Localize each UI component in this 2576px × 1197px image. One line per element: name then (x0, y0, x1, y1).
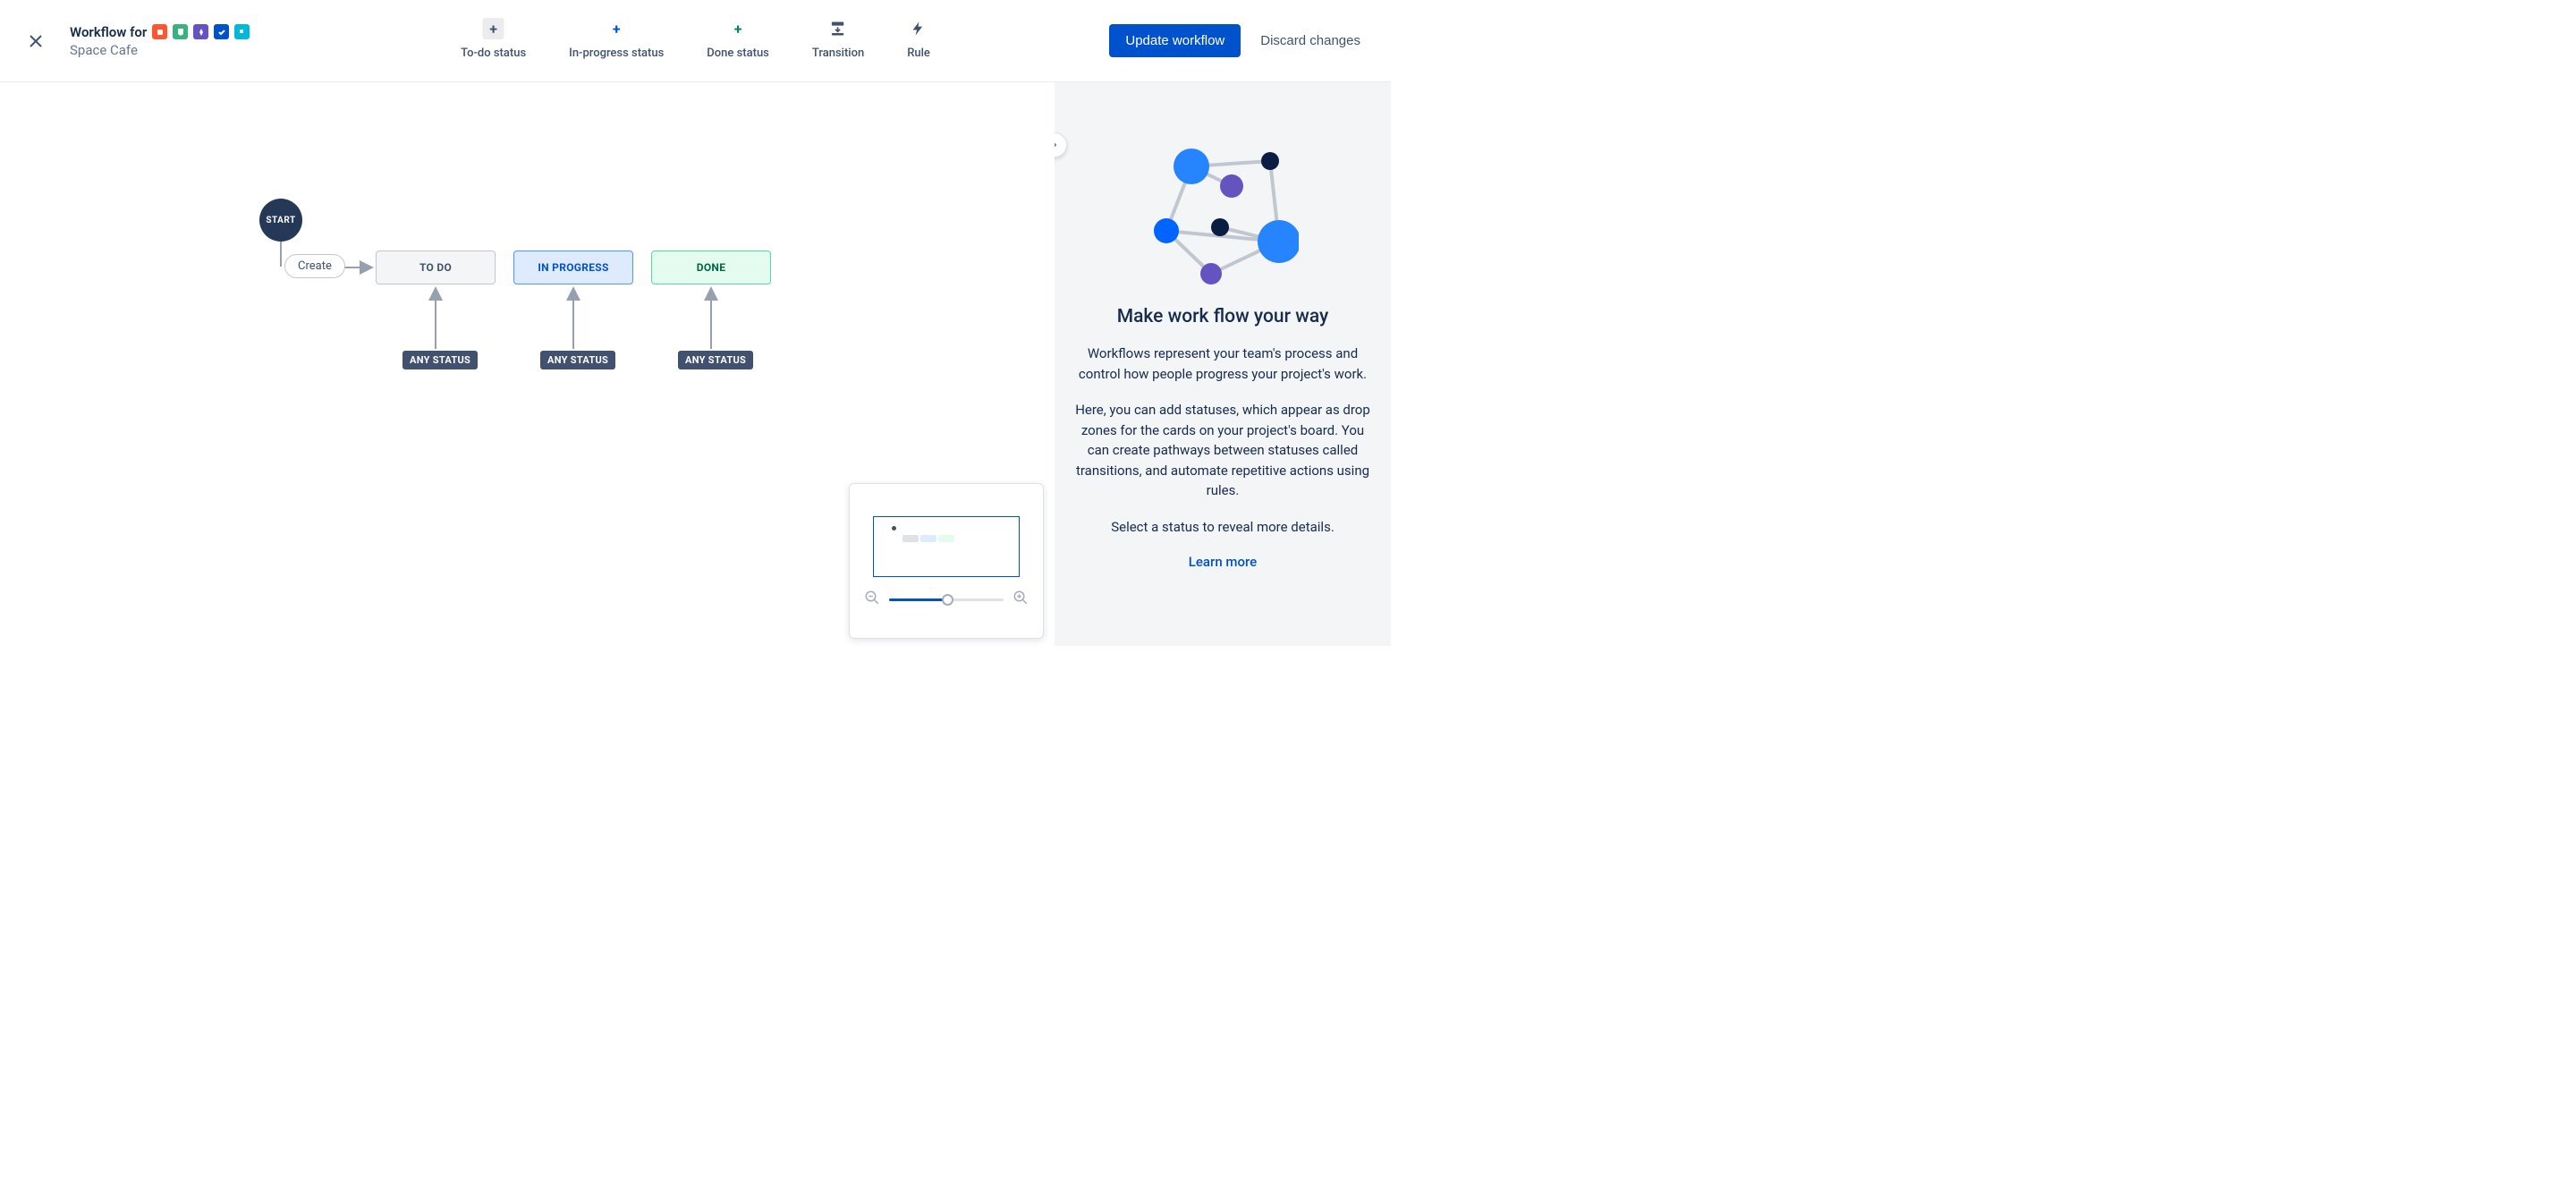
info-panel: Make work flow your way Workflows repres… (1055, 82, 1391, 646)
mini-status-icon (938, 535, 954, 542)
transition-icon (827, 18, 849, 39)
project-icon-purple (193, 24, 208, 39)
create-transition[interactable]: Create (284, 254, 345, 278)
title-block: Workflow for Space Cafe (70, 24, 250, 58)
zoom-slider[interactable] (889, 598, 1004, 601)
collapse-panel-button[interactable] (1055, 132, 1067, 157)
minimap-viewport[interactable] (873, 516, 1020, 577)
editor-header: Workflow for Space Cafe + To-do status +… (0, 0, 1391, 82)
rule-icon (908, 18, 929, 39)
start-node[interactable]: START (259, 199, 302, 242)
plus-icon: + (727, 18, 749, 39)
panel-text: Select a status to reveal more details. (1074, 517, 1371, 538)
panel-text: Here, you can add statuses, which appear… (1074, 400, 1371, 501)
status-toolbar: + To-do status + In-progress status + Do… (461, 18, 930, 60)
title-row: Workflow for (70, 24, 250, 40)
workflow-title: Workflow for (70, 24, 147, 40)
update-workflow-button[interactable]: Update workflow (1109, 24, 1241, 57)
zoom-in-button[interactable] (1013, 590, 1029, 609)
project-icon-red (152, 24, 167, 39)
chevron-right-icon (1055, 140, 1060, 150)
any-status-label[interactable]: ANY STATUS (540, 351, 615, 369)
panel-title: Make work flow your way (1074, 306, 1371, 327)
discard-changes-button[interactable]: Discard changes (1248, 24, 1373, 57)
add-rule-button[interactable]: Rule (907, 18, 930, 60)
plus-icon: + (606, 18, 627, 39)
toolbar-label: In-progress status (569, 47, 664, 60)
toolbar-label: Done status (707, 47, 769, 60)
zoom-handle-icon[interactable] (942, 594, 953, 606)
status-in-progress[interactable]: IN PROGRESS (513, 250, 633, 284)
project-icon-cyan (234, 24, 250, 39)
any-status-label[interactable]: ANY STATUS (678, 351, 753, 369)
status-todo[interactable]: TO DO (376, 250, 496, 284)
toolbar-label: Transition (812, 47, 864, 60)
plus-icon: + (483, 18, 504, 39)
zoom-fill (889, 598, 944, 601)
learn-more-link[interactable]: Learn more (1189, 554, 1257, 570)
close-icon (25, 30, 47, 52)
any-status-label[interactable]: ANY STATUS (402, 351, 478, 369)
toolbar-label: To-do status (461, 47, 526, 60)
project-icon-blue (214, 24, 229, 39)
mini-status-icon (902, 535, 919, 542)
add-in-progress-status-button[interactable]: + In-progress status (569, 18, 664, 60)
mini-status-icon (920, 535, 936, 542)
workflow-illustration (1074, 141, 1371, 284)
panel-text: Workflows represent your team's process … (1074, 344, 1371, 384)
add-transition-button[interactable]: Transition (812, 18, 864, 60)
add-todo-status-button[interactable]: + To-do status (461, 18, 526, 60)
mini-start-icon (892, 526, 896, 531)
zoom-controls (859, 590, 1034, 609)
project-subtitle: Space Cafe (70, 42, 250, 58)
toolbar-label: Rule (907, 47, 930, 60)
project-icon-green (173, 24, 188, 39)
close-button[interactable] (18, 23, 54, 59)
status-done[interactable]: DONE (651, 250, 771, 284)
workflow-canvas[interactable]: START Create TO DO IN PROGRESS DONE ANY … (63, 82, 1055, 646)
header-actions: Update workflow Discard changes (1109, 24, 1373, 57)
zoom-out-button[interactable] (864, 590, 880, 609)
minimap (849, 483, 1044, 639)
add-done-status-button[interactable]: + Done status (707, 18, 769, 60)
